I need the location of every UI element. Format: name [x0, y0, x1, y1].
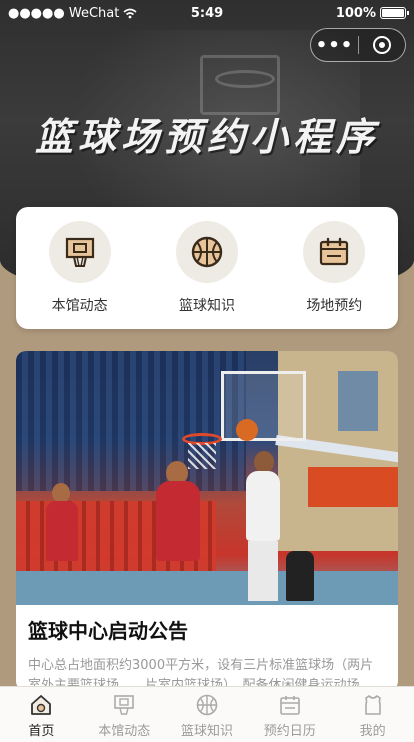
news-title: 篮球中心启动公告 [28, 619, 188, 643]
more-dots-icon[interactable]: ••• [311, 35, 358, 56]
hero-rim [215, 70, 275, 88]
tab-label-profile: 我的 [359, 724, 386, 739]
quick-item-knowledge[interactable]: 篮球知识 [152, 221, 262, 315]
photo-referee [286, 551, 314, 601]
photo-player [156, 481, 200, 561]
jersey-icon [361, 692, 385, 718]
tab-label-home: 首页 [28, 724, 55, 739]
quick-label-knowledge: 篮球知识 [178, 298, 235, 314]
quick-item-news[interactable]: 本馆动态 [25, 221, 135, 315]
close-capsule-button[interactable] [359, 36, 405, 54]
tab-calendar[interactable]: 预约日历 [248, 687, 331, 742]
calendar-icon [303, 221, 366, 283]
tab-news[interactable]: 本馆动态 [83, 687, 166, 742]
basketball-icon [175, 221, 238, 283]
news-card[interactable]: 篮球中心启动公告 中心总占地面积约3000平方米，设有三片标准篮球场（两片室外主… [16, 351, 398, 691]
status-time: 5:49 [190, 5, 224, 21]
tab-knowledge[interactable]: 篮球知识 [166, 687, 249, 742]
calendar-icon [278, 692, 302, 718]
backboard-icon [48, 221, 111, 283]
quick-label-news: 本馆动态 [51, 298, 108, 314]
photo-player-head [52, 483, 70, 503]
home-icon [29, 692, 53, 718]
photo-court [16, 571, 398, 605]
news-description: 中心总占地面积约3000平方米，设有三片标准篮球场（两片室外主要篮球场……片室内… [28, 658, 374, 691]
photo-ball [236, 419, 258, 441]
quick-menu: 本馆动态 篮球知识 场地预约 [16, 207, 398, 329]
page-title: 篮球场预约小程序 [34, 115, 379, 159]
tab-bar: 首页 本馆动态 篮球知识 预约日历 我的 [0, 686, 414, 742]
photo-backboard [221, 371, 306, 441]
status-bar: ●●●●● WeChat 5:49 100% [0, 0, 414, 26]
news-photo [16, 351, 398, 605]
tab-label-knowledge: 篮球知识 [180, 724, 233, 739]
photo-stands [16, 351, 246, 491]
close-circle-icon [372, 36, 391, 54]
tab-label-news: 本馆动态 [98, 724, 151, 739]
tab-profile[interactable]: 我的 [331, 687, 414, 742]
mini-program-capsule: ••• [310, 28, 406, 62]
photo-window [338, 371, 378, 431]
quick-item-booking[interactable]: 场地预约 [279, 221, 389, 315]
photo-player [246, 471, 280, 541]
photo-player-legs [248, 541, 278, 601]
backboard-icon [112, 692, 136, 718]
photo-player [46, 501, 78, 561]
battery-icon [380, 7, 409, 19]
tab-label-calendar: 预约日历 [263, 724, 316, 739]
quick-label-booking: 场地预约 [306, 298, 363, 314]
battery-fill [382, 9, 404, 17]
basketball-icon [195, 692, 219, 718]
photo-banner [308, 467, 398, 507]
photo-player-head [254, 451, 274, 473]
tab-home[interactable]: 首页 [0, 687, 83, 742]
photo-net [188, 443, 216, 469]
